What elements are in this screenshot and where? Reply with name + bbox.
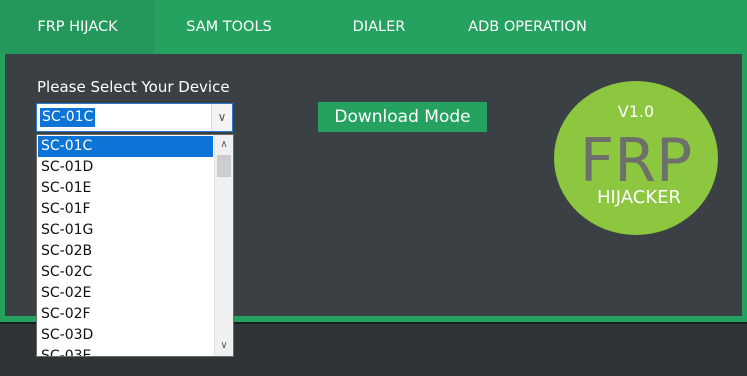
list-item[interactable]: SC-02B xyxy=(38,241,213,262)
list-item[interactable]: SC-01G xyxy=(38,220,213,241)
list-item[interactable]: SC-02E xyxy=(38,283,213,304)
list-item[interactable]: SC-01F xyxy=(38,199,213,220)
device-dropdown-list[interactable]: SC-01C SC-01D SC-01E SC-01F SC-01G SC-02… xyxy=(36,134,234,357)
chevron-up-icon[interactable]: ∧ xyxy=(215,136,233,154)
list-item[interactable]: SC-01C xyxy=(38,136,213,157)
list-item[interactable]: SC-03D xyxy=(38,325,213,346)
scroll-thumb[interactable] xyxy=(217,155,231,177)
tab-dialer[interactable]: DIALER xyxy=(303,0,455,54)
list-item[interactable]: SC-01D xyxy=(38,157,213,178)
frp-hijacker-logo: V1.0 FRP HIJACKER xyxy=(554,81,718,235)
list-item[interactable]: SC-02F xyxy=(38,304,213,325)
download-mode-button[interactable]: Download Mode xyxy=(318,102,487,132)
chevron-down-icon[interactable]: ∨ xyxy=(215,337,233,355)
tab-adb-operation[interactable]: ADB OPERATION xyxy=(455,0,600,54)
logo-version: V1.0 xyxy=(618,102,654,121)
tab-sam-tools[interactable]: SAM TOOLS xyxy=(155,0,303,54)
tab-bar: FRP HIJACK SAM TOOLS DIALER ADB OPERATIO… xyxy=(0,0,747,54)
logo-subtitle: HIJACKER xyxy=(597,187,681,208)
logo-title: FRP xyxy=(580,126,692,196)
list-item[interactable]: SC-03E xyxy=(38,346,213,356)
tab-frp-hijack[interactable]: FRP HIJACK xyxy=(0,0,155,54)
list-item[interactable]: SC-01E xyxy=(38,178,213,199)
list-scrollbar[interactable]: ∧ ∨ xyxy=(214,135,233,356)
list-item[interactable]: SC-02C xyxy=(38,262,213,283)
chevron-down-icon[interactable]: ∨ xyxy=(211,104,232,131)
device-combobox-value: SC-01C xyxy=(40,108,96,127)
device-combobox[interactable]: SC-01C ∨ xyxy=(36,103,233,132)
device-select-label: Please Select Your Device xyxy=(37,78,230,96)
